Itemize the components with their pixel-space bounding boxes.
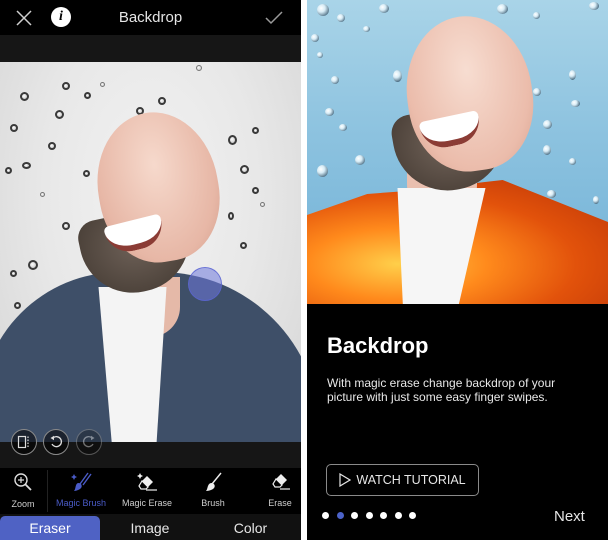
water-drop [240, 165, 249, 174]
page-dot[interactable] [394, 512, 402, 519]
water-drop [393, 70, 402, 82]
compare-button[interactable] [11, 429, 37, 455]
water-drop [252, 127, 259, 134]
editor-subbar [0, 35, 301, 62]
water-drop [593, 196, 599, 204]
tab-color[interactable]: Color [200, 516, 301, 540]
water-drop [339, 124, 347, 131]
water-drop [22, 162, 31, 169]
water-drop [533, 12, 540, 19]
water-drop [20, 92, 29, 101]
tool-brush[interactable]: Brush [188, 472, 238, 512]
water-drop [543, 120, 552, 129]
tool-selector: Zoom Magic Brush Magic Erase Brush Erase [0, 468, 301, 514]
onboarding-screen: Backdrop With magic erase change backdro… [307, 0, 608, 540]
water-drop [158, 97, 166, 105]
photo-canvas[interactable] [0, 62, 301, 442]
water-drop [497, 4, 508, 14]
play-icon [339, 473, 352, 487]
brush-icon [206, 472, 222, 491]
water-drop [28, 260, 38, 270]
undo-button[interactable] [43, 429, 69, 455]
watch-tutorial-label: WATCH TUTORIAL [356, 473, 466, 487]
zoom-in-icon [14, 473, 32, 491]
water-drop [62, 222, 70, 230]
water-drop [228, 212, 234, 220]
page-dot[interactable] [351, 512, 358, 519]
water-drop [337, 14, 345, 22]
tool-divider [47, 470, 48, 512]
onboarding-preview-image [307, 0, 608, 304]
water-drop [325, 108, 334, 116]
tool-zoom[interactable]: Zoom [4, 472, 42, 512]
tab-eraser[interactable]: Eraser [0, 516, 100, 540]
water-drop [48, 142, 56, 150]
split-compare-icon [17, 435, 29, 449]
page-dot[interactable] [365, 512, 373, 519]
water-drop [196, 65, 202, 71]
water-drop [317, 4, 329, 16]
backdrop-editor-screen: i Backdrop Zoom Magic Brush Magic Erase … [0, 0, 301, 540]
tool-magic-erase[interactable]: Magic Erase [118, 472, 176, 512]
tool-label: Erase [268, 498, 292, 508]
confirm-button[interactable] [263, 8, 285, 28]
water-drop [317, 52, 323, 58]
onboarding-description: With magic erase change backdrop of your… [327, 376, 556, 404]
redo-icon [83, 435, 95, 448]
page-dot-active[interactable] [336, 512, 344, 519]
onboarding-title: Backdrop [327, 333, 429, 358]
next-button[interactable]: Next [554, 508, 585, 525]
undo-icon [50, 435, 62, 448]
magic-erase-icon [137, 473, 157, 491]
water-drop [331, 76, 339, 84]
water-drop [10, 124, 18, 132]
water-drop [571, 100, 580, 107]
water-drop [83, 170, 90, 177]
mode-tabs: Eraser Image Color [0, 514, 301, 540]
water-drop [100, 82, 105, 87]
water-drop [228, 135, 237, 145]
water-drop [543, 145, 551, 155]
water-drop [240, 242, 247, 249]
redo-button[interactable] [76, 429, 102, 455]
water-drop [252, 187, 259, 194]
watch-tutorial-button[interactable]: WATCH TUTORIAL [326, 464, 479, 496]
water-drop [533, 88, 541, 96]
page-dot[interactable] [409, 512, 416, 519]
water-drop [84, 92, 91, 99]
tab-image[interactable]: Image [100, 516, 200, 540]
eraser-icon [272, 474, 290, 490]
water-drop [10, 270, 17, 277]
tool-label: Zoom [11, 499, 35, 509]
tool-magic-brush[interactable]: Magic Brush [52, 472, 110, 512]
water-drop [5, 167, 12, 174]
tool-label: Magic Brush [55, 498, 107, 508]
water-drop [379, 4, 389, 13]
brush-cursor[interactable] [188, 267, 222, 301]
water-drop [547, 190, 556, 198]
water-drop [569, 70, 576, 80]
page-indicator [322, 512, 416, 520]
water-drop [14, 302, 21, 309]
water-drop [55, 110, 64, 119]
tool-label: Magic Erase [121, 498, 173, 508]
page-dot[interactable] [322, 512, 329, 519]
water-drop [260, 202, 265, 207]
water-drop [40, 192, 45, 197]
editor-header: i Backdrop [0, 0, 301, 35]
water-drop [589, 2, 599, 10]
water-drop [311, 34, 319, 42]
water-drop [569, 158, 576, 165]
checkmark-icon [265, 11, 283, 25]
water-drop [355, 155, 365, 165]
tool-erase[interactable]: Erase [258, 472, 301, 512]
water-drop [62, 82, 70, 90]
water-drop [317, 165, 328, 177]
water-drop [363, 26, 370, 32]
magic-brush-icon [71, 472, 92, 491]
page-dot[interactable] [380, 512, 387, 519]
tool-label: Brush [201, 498, 225, 508]
page-title: Backdrop [118, 9, 183, 26]
